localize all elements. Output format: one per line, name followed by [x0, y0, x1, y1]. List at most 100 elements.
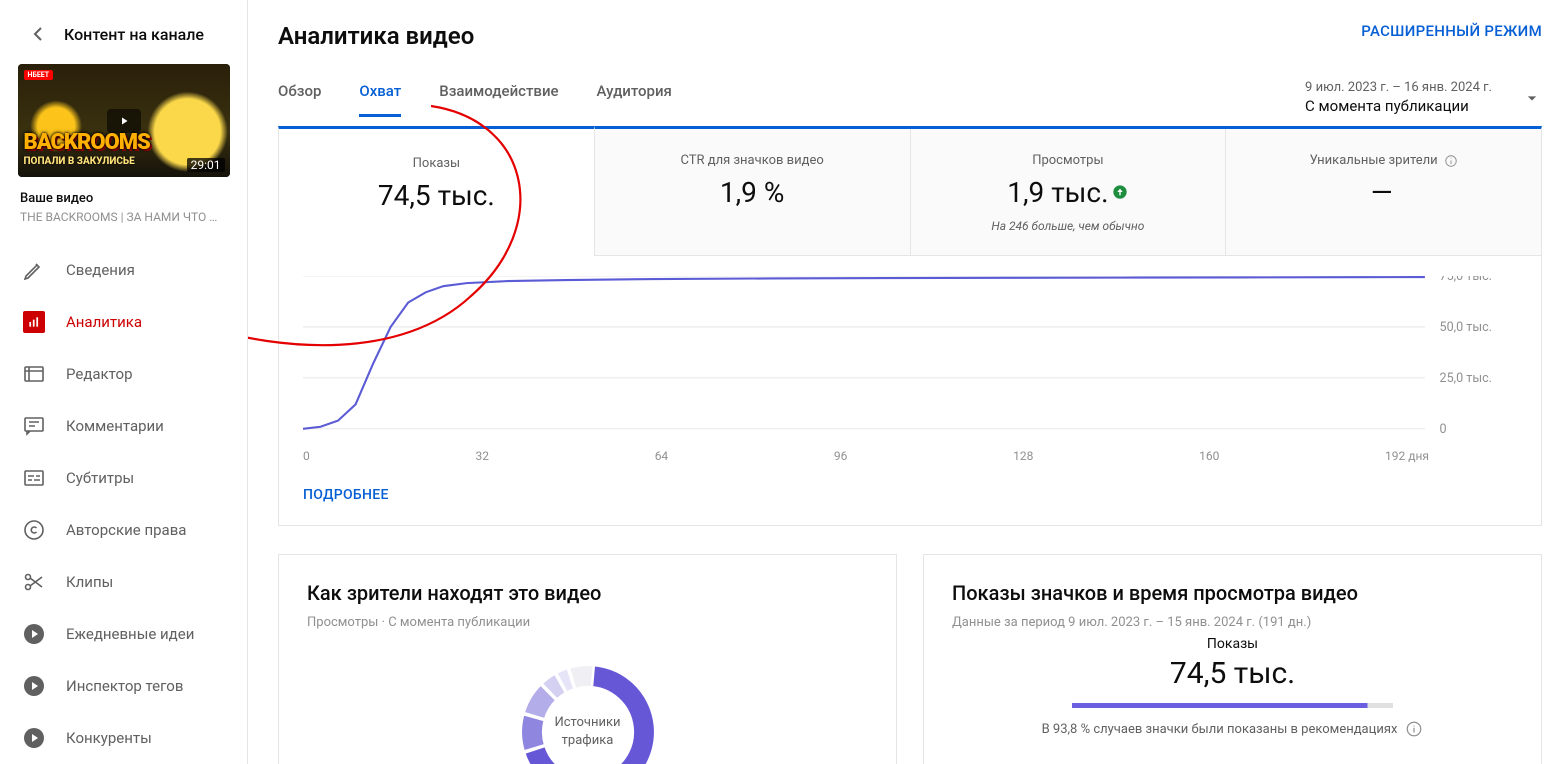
chart-more-link[interactable]: ПОДРОБНЕЕ	[303, 487, 389, 503]
sidebar-item-label: Клипы	[66, 573, 113, 591]
svg-text:0: 0	[1440, 422, 1447, 437]
analytics-icon	[22, 310, 46, 334]
sidebar-item-play-circle[interactable]: Конкуренты	[0, 712, 247, 764]
sidebar-title: Контент на канале	[64, 25, 204, 44]
impr-card-subtitle: Данные за период 9 июл. 2023 г. – 15 янв…	[952, 615, 1513, 630]
sidebar-item-play-circle[interactable]: Инспектор тегов	[0, 660, 247, 712]
sidebar-item-play-circle[interactable]: Ежедневные идеи	[0, 608, 247, 660]
play-circle-icon	[22, 674, 46, 698]
play-circle-icon	[22, 622, 46, 646]
x-tick: 160	[1199, 449, 1219, 463]
line-chart: 0 25,0 тыс. 50,0 тыс. 75,0 тыс.	[303, 276, 1517, 443]
x-tick: 96	[834, 449, 848, 463]
sidebar-item-label: Комментарии	[66, 417, 164, 435]
metric-3[interactable]: Уникальные зрители —	[1226, 129, 1541, 256]
x-tick: 32	[475, 449, 489, 463]
video-title: THE BACKROOMS | ЗА НАМИ ЧТО …	[20, 210, 227, 224]
pencil-icon	[22, 258, 46, 282]
x-tick: 0	[303, 449, 310, 463]
chevron-down-icon	[1522, 88, 1542, 108]
chart-x-ticks: 0326496128160192 дня	[303, 449, 1517, 463]
comments-icon	[22, 414, 46, 438]
tab-обзор[interactable]: Обзор	[278, 82, 321, 117]
video-thumbnail[interactable]: НБЕЕТ BACKROOMS ПОПАЛИ В ЗАКУЛИСЬЕ 29:01	[18, 64, 230, 177]
page-title: Аналитика видео	[278, 22, 474, 50]
impr-note-text: В 93,8 % случаев значки были показаны в …	[1042, 722, 1398, 737]
impr-bar	[1072, 703, 1393, 708]
traffic-donut: Источникитрафика	[508, 652, 668, 764]
scissors-icon	[22, 570, 46, 594]
main: Аналитика видео РАСШИРЕННЫЙ РЕЖИМ ОбзорО…	[248, 0, 1564, 764]
x-tick: 128	[1013, 449, 1033, 463]
tab-охват[interactable]: Охват	[359, 82, 401, 117]
metric-0[interactable]: Показы 74,5 тыс.	[279, 126, 595, 256]
date-range-picker[interactable]: 9 июл. 2023 г. – 16 янв. 2024 г. С момен…	[1305, 80, 1542, 117]
sidebar-item-label: Ежедневные идеи	[66, 625, 194, 643]
sidebar-header: Контент на канале	[0, 8, 247, 64]
sidebar-item-subtitles[interactable]: Субтитры	[0, 452, 247, 504]
sidebar-item-copyright[interactable]: Авторские права	[0, 504, 247, 556]
cards-row: Как зрители находят это видео Просмотры …	[278, 554, 1542, 764]
tabs-row: Обзор Охват Взаимодействие Аудитория 9 июл.…	[278, 80, 1542, 118]
impr-metric-label: Показы	[952, 636, 1513, 652]
impr-note: В 93,8 % случаев значки были показаны в …	[952, 720, 1513, 738]
advanced-mode-link[interactable]: РАСШИРЕННЫЙ РЕЖИМ	[1361, 22, 1542, 40]
x-tick: 64	[655, 449, 669, 463]
sidebar-item-label: Субтитры	[66, 469, 134, 487]
impressions-card: Показы значков и время просмотра видео Д…	[923, 554, 1542, 764]
chart-more: ПОДРОБНЕЕ	[279, 483, 1541, 525]
sidebar-item-label: Редактор	[66, 365, 133, 383]
tab-аудитория[interactable]: Аудитория	[597, 82, 672, 117]
play-circle-icon	[22, 726, 46, 750]
sidebar-item-scissors[interactable]: Клипы	[0, 556, 247, 608]
copyright-icon	[22, 518, 46, 542]
page-head: Аналитика видео РАСШИРЕННЫЙ РЕЖИМ	[278, 22, 1542, 50]
metric-value: 1,9 %	[605, 176, 900, 209]
metric-value: 1,9 тыс.	[921, 176, 1216, 209]
info-icon[interactable]	[1405, 720, 1423, 738]
metric-1[interactable]: CTR для значков видео1,9 %	[595, 129, 911, 256]
tab-взаимодействие[interactable]: Взаимодействие	[439, 82, 558, 117]
sidebar-item-editor[interactable]: Редактор	[0, 348, 247, 400]
video-caption: Ваше видео	[20, 191, 227, 206]
metric-value: —	[1236, 176, 1531, 209]
play-icon	[107, 109, 141, 133]
svg-text:50,0 тыс.: 50,0 тыс.	[1440, 320, 1492, 335]
sidebar-item-label: Конкуренты	[66, 729, 152, 747]
metric-2[interactable]: Просмотры 1,9 тыс. На 246 больше, чем обыч…	[911, 129, 1227, 256]
sidebar-item-comments[interactable]: Комментарии	[0, 400, 247, 452]
video-meta: Ваше видео THE BACKROOMS | ЗА НАМИ ЧТО …	[0, 177, 247, 232]
traffic-card-subtitle: Просмотры · С момента публикации	[307, 615, 868, 630]
sidebar-item-label: Авторские права	[66, 521, 186, 539]
back-icon[interactable]	[26, 22, 50, 46]
sidebar-item-label: Сведения	[66, 261, 135, 279]
thumb-duration: 29:01	[187, 158, 225, 172]
subtitles-icon	[22, 466, 46, 490]
metric-row: Показы 74,5 тыс. CTR для значков видео1,9 …	[279, 129, 1541, 256]
date-since: С момента публикации	[1305, 97, 1492, 115]
impr-card-title: Показы значков и время просмотра видео	[952, 581, 1513, 605]
metric-label: Показы	[289, 156, 584, 171]
svg-text:75,0 тыс.: 75,0 тыс.	[1440, 276, 1492, 284]
metric-label: Просмотры	[921, 153, 1216, 168]
traffic-sources-card: Как зрители находят это видео Просмотры …	[278, 554, 897, 764]
sidebar-item-analytics[interactable]: Аналитика	[0, 296, 247, 348]
traffic-card-title: Как зрители находят это видео	[307, 581, 868, 605]
impr-metric-value: 74,5 тыс.	[952, 656, 1513, 691]
sidebar: Контент на канале НБЕЕТ BACKROOMS ПОПАЛИ…	[0, 0, 248, 764]
metric-label: Уникальные зрители	[1236, 153, 1531, 168]
date-range: 9 июл. 2023 г. – 16 янв. 2024 г.	[1305, 80, 1492, 95]
sidebar-item-label: Аналитика	[66, 313, 142, 331]
metric-value: 74,5 тыс.	[289, 179, 584, 212]
sidebar-item-pencil[interactable]: Сведения	[0, 244, 247, 296]
donut-center-label: Источникитрафика	[508, 652, 668, 764]
tabs: Обзор Охват Взаимодействие Аудитория	[278, 82, 672, 117]
editor-icon	[22, 362, 46, 386]
thumb-title: BACKROOMS	[24, 133, 150, 153]
svg-text:25,0 тыс.: 25,0 тыс.	[1440, 371, 1492, 386]
sidebar-item-label: Инспектор тегов	[66, 677, 183, 695]
metric-note: На 246 больше, чем обычно	[921, 219, 1216, 233]
chart-area: 0 25,0 тыс. 50,0 тыс. 75,0 тыс. 0 32 64 96 128 1…	[279, 256, 1541, 483]
thumb-badge: НБЕЕТ	[24, 70, 54, 80]
sidebar-nav: Сведения Аналитика Редактор Комментарии Субт…	[0, 244, 247, 764]
